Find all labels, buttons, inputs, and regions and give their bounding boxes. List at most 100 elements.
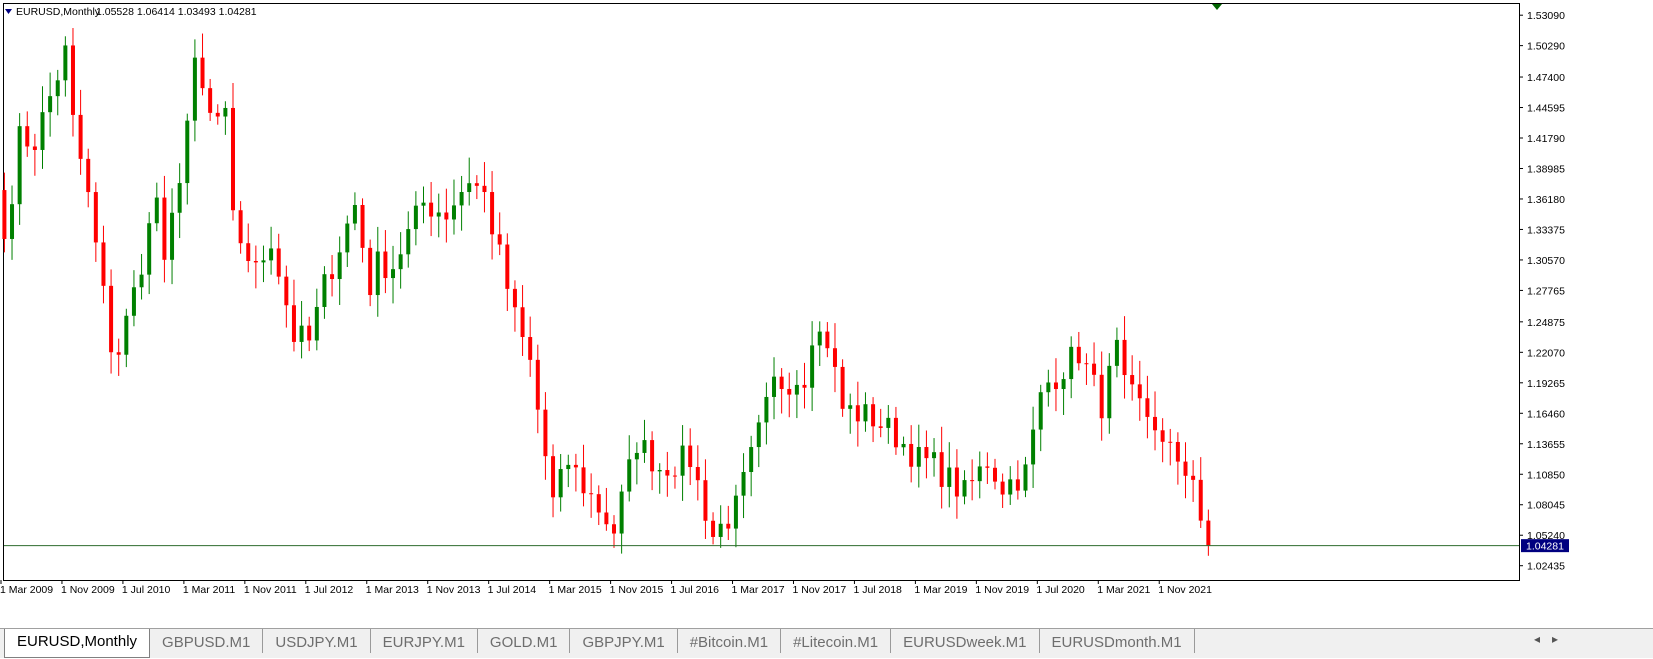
bear-candle: [444, 212, 449, 220]
bear-candle: [589, 493, 594, 495]
tab-eurusd-monthly[interactable]: EURUSD,Monthly: [4, 629, 151, 658]
bull-candle: [436, 212, 441, 217]
bear-candle: [1076, 346, 1081, 364]
bear-candle: [825, 331, 830, 349]
bear-candle: [924, 447, 929, 459]
price-axis: 1.53090 1.50290 1.47400 1.44595 1.41790 1.389…: [1519, 10, 1565, 573]
tab-gbpjpy-m1[interactable]: GBPJPY.M1: [570, 629, 678, 653]
time-tick-label: 1 Mar 2017: [732, 584, 785, 596]
price-tick-label: 1.36180: [1527, 194, 1565, 206]
bear-candle: [1160, 430, 1165, 442]
bear-candle: [1053, 382, 1058, 390]
time-tick-label: 1 Nov 2011: [244, 584, 297, 596]
bear-candle: [78, 114, 83, 159]
bear-candle: [528, 337, 533, 360]
time-tick-label: 1 Mar 2011: [183, 584, 235, 596]
bull-candle: [886, 417, 891, 428]
bear-candle: [1122, 339, 1127, 376]
bear-candle: [1198, 479, 1203, 521]
bear-candle: [490, 192, 495, 235]
bull-candle: [756, 422, 761, 448]
time-tick-label: 1 Jul 2018: [853, 584, 902, 596]
bull-candle: [139, 274, 144, 288]
bear-candle: [215, 112, 220, 117]
bull-candle: [48, 96, 53, 113]
bull-candle: [1107, 365, 1112, 419]
time-tick-label: 1 Jul 2020: [1036, 584, 1085, 596]
bull-candle: [558, 469, 563, 498]
bear-candle: [200, 57, 205, 89]
bear-candle: [368, 247, 373, 296]
bear-candle: [1191, 475, 1196, 480]
scroll-right-icon[interactable]: ▸: [1552, 632, 1558, 646]
bear-candle: [612, 524, 616, 534]
scroll-left-icon[interactable]: ◂: [1534, 632, 1540, 646]
bear-candle: [330, 274, 335, 280]
price-tick-label: 1.22070: [1527, 347, 1565, 359]
bear-candle: [1130, 375, 1135, 385]
bull-candle: [810, 345, 815, 388]
bull-candle: [863, 404, 868, 422]
bull-candle: [451, 205, 456, 220]
bear-candle: [672, 475, 677, 477]
price-tick-label: 1.08045: [1527, 500, 1565, 512]
bear-candle: [497, 234, 502, 245]
tab-bitcoin-m1[interactable]: #Bitcoin.M1: [678, 629, 782, 653]
price-chart[interactable]: 1.53090 1.50290 1.47400 1.44595 1.41790 1.389…: [0, 0, 1653, 628]
bear-candle: [581, 467, 586, 494]
bear-candle: [688, 445, 693, 468]
bear-candle: [253, 261, 258, 263]
bear-candle: [25, 126, 30, 147]
bull-candle: [147, 223, 152, 275]
bear-candle: [954, 467, 959, 497]
tab-gold-m1[interactable]: GOLD.M1: [478, 629, 571, 653]
bear-candle: [893, 417, 898, 448]
bull-candle: [627, 459, 632, 492]
bear-candle: [1183, 461, 1188, 476]
price-tick-label: 1.50290: [1527, 41, 1565, 53]
bear-candle: [86, 158, 91, 193]
price-tick-label: 1.19265: [1527, 378, 1565, 390]
bear-candle: [360, 205, 365, 248]
bull-candle: [352, 205, 357, 224]
time-tick-label: 1 Mar 2015: [549, 584, 602, 596]
bull-candle: [794, 384, 799, 395]
bull-candle: [375, 251, 380, 296]
bear-candle: [993, 467, 997, 482]
bull-candle: [901, 443, 906, 448]
bear-candle: [832, 348, 837, 367]
chart-tab-bar: EURUSD,Monthly GBPUSD.M1 USDJPY.M1 EURJPY.M…: [0, 628, 1653, 658]
tab-eurusdweek-m1[interactable]: EURUSDweek.M1: [891, 629, 1040, 653]
bear-candle: [520, 307, 525, 338]
tab-gbpusd-m1[interactable]: GBPUSD.M1: [150, 629, 264, 653]
bull-candle: [345, 223, 350, 253]
bear-candle: [535, 359, 540, 410]
time-tick-label: 1 Mar 2013: [366, 584, 419, 596]
price-tick-label: 1.47400: [1527, 72, 1565, 84]
bull-candle: [314, 306, 319, 341]
bull-candle: [406, 229, 411, 255]
bear-candle: [238, 210, 243, 244]
bull-candle: [848, 405, 853, 409]
tab-litecoin-m1[interactable]: #Litecoin.M1: [781, 629, 892, 653]
bear-candle: [93, 192, 98, 243]
bull-candle: [619, 491, 624, 534]
price-tick-label: 1.38985: [1527, 163, 1565, 175]
bull-candle: [269, 248, 274, 261]
bull-candle: [177, 183, 182, 213]
bear-candle: [1015, 479, 1020, 491]
bull-candle: [1038, 392, 1043, 430]
tab-eurusdmonth-m1[interactable]: EURUSDmonth.M1: [1040, 629, 1195, 653]
time-tick-label: 1 Nov 2017: [792, 584, 846, 596]
bull-candle: [40, 112, 45, 150]
bear-candle: [284, 276, 289, 306]
chart-canvas[interactable]: 1.53090 1.50290 1.47400 1.44595 1.41790 1.389…: [0, 0, 1653, 628]
bear-candle: [573, 464, 578, 468]
bull-candle: [566, 464, 571, 470]
price-tick-label: 1.53090: [1527, 10, 1565, 22]
bear-candle: [276, 248, 281, 277]
tab-eurjpy-m1[interactable]: EURJPY.M1: [371, 629, 478, 653]
ohlc-values: 1.05528 1.06414 1.03493 1.04281: [96, 6, 257, 18]
tab-usdjpy-m1[interactable]: USDJPY.M1: [263, 629, 371, 653]
bull-candle: [977, 466, 982, 482]
